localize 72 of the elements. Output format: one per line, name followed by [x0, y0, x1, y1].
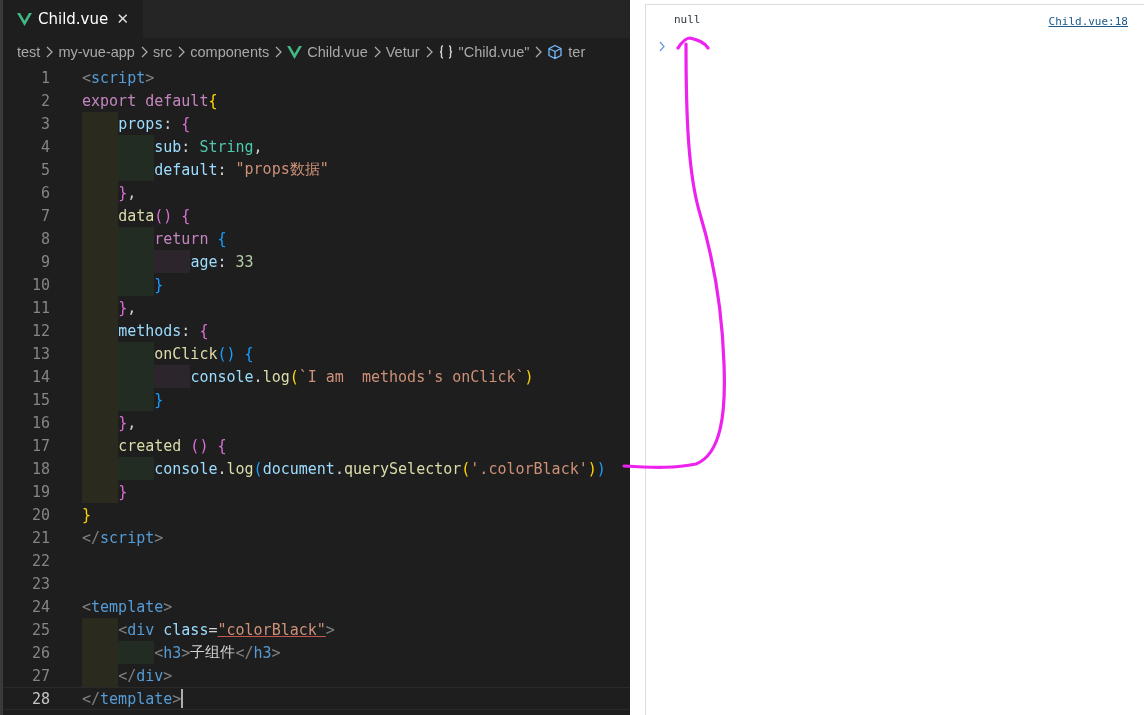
code-line: } — [82, 480, 128, 503]
chevron-icon — [44, 46, 55, 58]
line-number: 24 — [30, 597, 51, 616]
line-number: 4 — [39, 137, 51, 156]
code-line: } — [82, 388, 164, 411]
breadcrumb-item[interactable]: "Child.vue" — [437, 44, 530, 60]
console-message: null — [674, 13, 701, 28]
line-number: 3 — [39, 114, 51, 133]
chevron-icon — [273, 46, 284, 58]
code-line: age: 33 — [82, 250, 254, 273]
code-line: <script> — [82, 67, 155, 89]
breadcrumb-item[interactable]: Child.vue — [287, 44, 368, 60]
code-line: console.log(`I am methods's onClick`) — [82, 365, 534, 388]
chevron-icon — [176, 46, 187, 58]
code-line: default: "props数据" — [82, 158, 329, 181]
braces-icon — [437, 45, 454, 59]
code-line: props: { — [82, 112, 191, 135]
line-number: 17 — [30, 436, 51, 455]
code-line: return { — [82, 227, 227, 250]
line-number: 15 — [30, 390, 51, 409]
vue-logo-icon — [287, 45, 303, 59]
line-number: 22 — [30, 551, 51, 570]
line-number: 25 — [30, 620, 51, 639]
breadcrumb-item[interactable]: ter — [547, 44, 586, 60]
line-number: 1 — [39, 68, 51, 87]
line-number: 10 — [30, 275, 51, 294]
line-number: 11 — [30, 298, 51, 317]
code-line: } — [82, 273, 164, 296]
breadcrumb-item[interactable]: test — [17, 44, 41, 60]
line-number: 28 — [30, 689, 51, 708]
line-number: 5 — [39, 160, 51, 179]
code-line: data() { — [82, 204, 191, 227]
code-line: export default{ — [82, 90, 218, 112]
line-number: 18 — [30, 459, 51, 478]
cube-icon — [547, 44, 564, 60]
line-number: 23 — [30, 574, 51, 593]
line-number: 12 — [30, 321, 51, 340]
line-number: 6 — [39, 183, 51, 202]
line-number: 14 — [30, 367, 51, 386]
chevron-icon[interactable] — [658, 41, 666, 52]
code-line: created () { — [82, 434, 227, 457]
line-number: 27 — [30, 666, 51, 685]
line-number: 8 — [39, 229, 51, 248]
chevron-icon — [533, 46, 544, 58]
line-number: 20 — [30, 505, 51, 524]
line-number: 13 — [30, 344, 51, 363]
breadcrumb-item[interactable]: Vetur — [385, 44, 420, 60]
code-line: onClick() { — [82, 342, 254, 365]
line-number: 9 — [39, 252, 51, 271]
vue-logo-icon — [17, 12, 32, 26]
code-line: </script> — [82, 527, 164, 549]
code-line: <h3>子组件</h3> — [82, 641, 281, 664]
breadcrumb-item[interactable]: src — [152, 44, 173, 60]
code-line: methods: { — [82, 319, 209, 342]
close-icon[interactable]: ✕ — [116, 10, 129, 28]
editor-tab[interactable]: Child.vue ✕ — [3, 0, 143, 38]
code-line: <div class="colorBlack"> — [82, 618, 335, 641]
line-number: 16 — [30, 413, 51, 432]
line-number: 7 — [39, 206, 51, 225]
code-line: console.log(document.querySelector('.colorBlack')) — [82, 457, 606, 480]
code-line: </div> — [82, 664, 173, 687]
code-line: </template> — [82, 688, 184, 710]
code-line: } — [82, 504, 92, 526]
source-link[interactable]: Child.vue:18 — [1048, 15, 1128, 35]
line-number: 2 — [39, 91, 51, 110]
code-line: <template> — [82, 596, 173, 618]
line-number: 21 — [30, 528, 51, 547]
line-number: 19 — [30, 482, 51, 501]
breadcrumb-item[interactable]: components — [190, 44, 270, 60]
line-number: 26 — [30, 643, 51, 662]
code-line: sub: String, — [82, 135, 263, 158]
breadcrumb-item[interactable]: my-vue-app — [58, 44, 135, 60]
